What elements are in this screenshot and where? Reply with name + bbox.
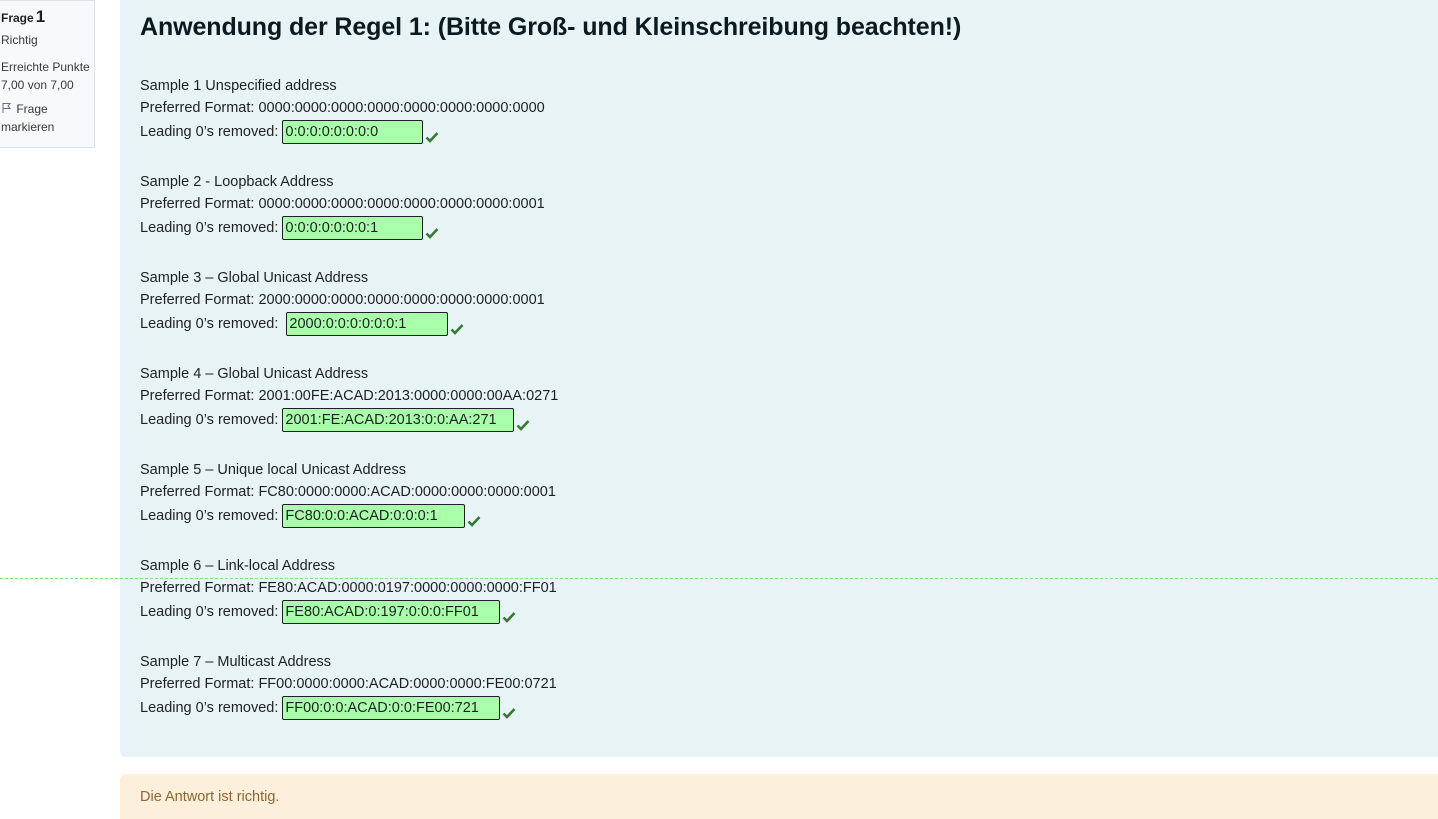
check-icon: [425, 126, 439, 144]
removed-label: Leading 0’s removed:: [140, 220, 279, 236]
feedback-text: Die Antwort ist richtig.: [140, 789, 280, 805]
question-feedback: Die Antwort ist richtig.: [120, 774, 1438, 819]
answer-input[interactable]: 2001:FE:ACAD:2013:0:0:AA:271: [282, 408, 515, 433]
sample-heading: Sample 6 – Link-local Address: [140, 558, 336, 574]
answer-row: Leading 0’s removed: FE80:ACAD:0:197:0:0…: [140, 599, 557, 625]
question-state: Richtig: [1, 33, 38, 47]
sample-heading: Sample 2 - Loopback Address: [140, 174, 334, 190]
dashed-guide-line: [0, 578, 1438, 579]
sample-heading: Sample 4 – Global Unicast Address: [140, 366, 369, 382]
removed-label: Leading 0’s removed:: [140, 604, 279, 620]
check-icon: [425, 222, 439, 240]
sample-heading: Sample 5 – Unique local Unicast Address: [140, 462, 406, 478]
answer-input[interactable]: 0:0:0:0:0:0:0:0: [282, 120, 424, 145]
preferred-format: Preferred Format: FF00:0000:0000:ACAD:00…: [140, 676, 557, 692]
answer-input[interactable]: FF00:0:0:ACAD:0:0:FE00:721: [282, 696, 501, 721]
answer-row: Leading 0’s removed: 2000:0:0:0:0:0:0:1: [140, 311, 545, 337]
question-formulation: Anwendung der Regel 1: (Bitte Groß- und …: [120, 0, 1438, 757]
flag-question-line1[interactable]: Frage: [16, 102, 47, 116]
check-icon: [502, 606, 516, 624]
answer-row: Leading 0’s removed: FC80:0:0:ACAD:0:0:0…: [140, 503, 556, 529]
removed-label: Leading 0’s removed:: [140, 700, 279, 716]
preferred-format: Preferred Format: 2001:00FE:ACAD:2013:00…: [140, 388, 559, 404]
preferred-format: Preferred Format: 0000:0000:0000:0000:00…: [140, 196, 545, 212]
sample-1: Sample 1 Unspecified address Preferred F…: [140, 75, 545, 145]
check-icon: [516, 414, 530, 432]
flag-question-line2[interactable]: markieren: [1, 120, 54, 134]
sample-heading: Sample 1 Unspecified address: [140, 78, 337, 94]
answer-input[interactable]: FC80:0:0:ACAD:0:0:0:1: [282, 504, 466, 529]
sample-heading: Sample 7 – Multicast Address: [140, 654, 332, 670]
preferred-format: Preferred Format: 0000:0000:0000:0000:00…: [140, 100, 545, 116]
answer-input[interactable]: 0:0:0:0:0:0:0:1: [282, 216, 424, 241]
sample-7: Sample 7 – Multicast Address Preferred F…: [140, 651, 557, 721]
answer-input[interactable]: 2000:0:0:0:0:0:0:1: [286, 312, 449, 337]
flag-question-link[interactable]: Frage markieren: [1, 100, 94, 136]
grade-label: Erreichte Punkte: [1, 60, 90, 74]
check-icon: [502, 702, 516, 720]
removed-label: Leading 0’s removed:: [140, 508, 279, 524]
grade-value: 7,00 von 7,00: [1, 78, 74, 92]
sample-3: Sample 3 – Global Unicast Address Prefer…: [140, 267, 545, 337]
removed-label: Leading 0’s removed:: [140, 412, 279, 428]
question-number: Frage 1: [1, 7, 94, 27]
answer-row: Leading 0’s removed: FF00:0:0:ACAD:0:0:F…: [140, 695, 557, 721]
question-number-label: Frage: [1, 11, 34, 25]
removed-label: Leading 0’s removed:: [140, 124, 279, 140]
check-icon: [467, 510, 481, 528]
flag-icon: [1, 101, 13, 113]
preferred-format: Preferred Format: FE80:ACAD:0000:0197:00…: [140, 580, 557, 596]
question-title: Anwendung der Regel 1: (Bitte Groß- und …: [140, 13, 962, 41]
preferred-format: Preferred Format: 2000:0000:0000:0000:00…: [140, 292, 545, 308]
answer-row: Leading 0’s removed: 2001:FE:ACAD:2013:0…: [140, 407, 558, 433]
check-icon: [450, 318, 464, 336]
sample-2: Sample 2 - Loopback Address Preferred Fo…: [140, 171, 545, 241]
preferred-format: Preferred Format: FC80:0000:0000:ACAD:00…: [140, 484, 556, 500]
sample-heading: Sample 3 – Global Unicast Address: [140, 270, 369, 286]
answer-input[interactable]: FE80:ACAD:0:197:0:0:0:FF01: [282, 600, 501, 625]
sample-6: Sample 6 – Link-local Address Preferred …: [140, 555, 557, 625]
removed-label: Leading 0’s removed:: [140, 316, 279, 332]
question-info: Frage 1 Richtig Erreichte Punkte 7,00 von…: [0, 0, 95, 148]
question-number-value: 1: [35, 7, 46, 26]
sample-4: Sample 4 – Global Unicast Address Prefer…: [140, 363, 558, 433]
answer-row: Leading 0’s removed: 0:0:0:0:0:0:0:1: [140, 215, 545, 241]
answer-row: Leading 0’s removed: 0:0:0:0:0:0:0:0: [140, 119, 545, 145]
question-grade: Erreichte Punkte 7,00 von 7,00: [1, 58, 94, 94]
sample-5: Sample 5 – Unique local Unicast Address …: [140, 459, 556, 529]
